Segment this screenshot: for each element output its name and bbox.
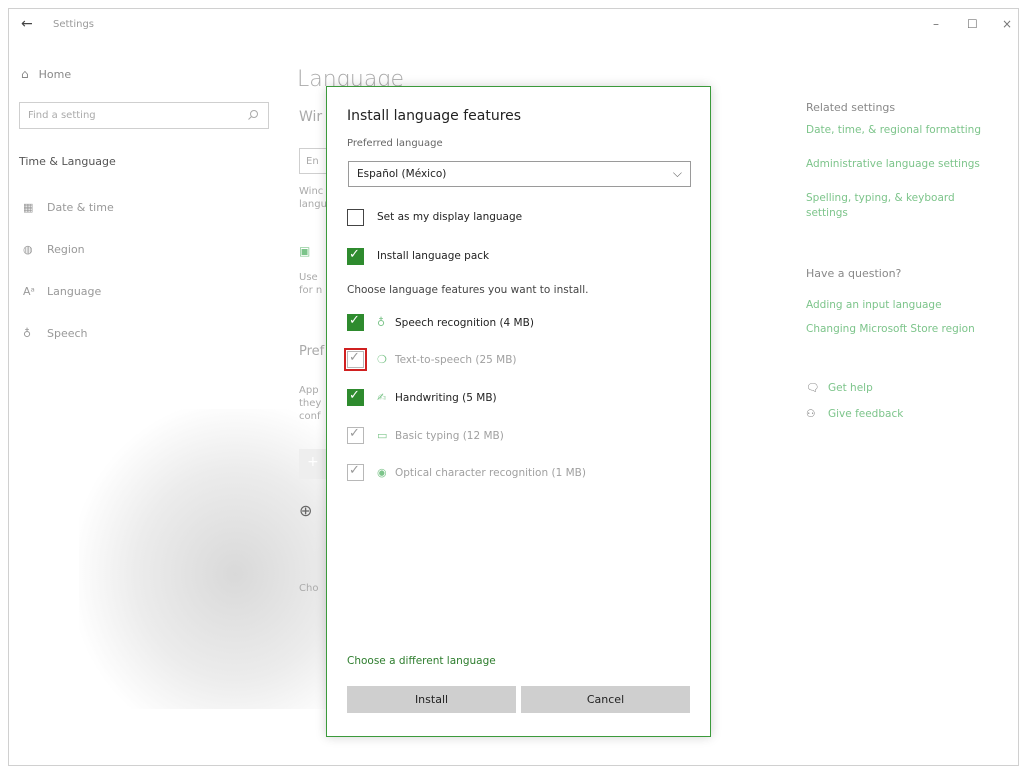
ocr-checkbox[interactable]: ✓ — [347, 463, 364, 481]
nav-home[interactable]: ⌂ Home — [21, 67, 71, 81]
microphone-icon: ♁ — [377, 316, 386, 329]
title-bar: ← Settings – ☐ × — [9, 9, 1018, 41]
background-text: Winc — [299, 186, 324, 197]
link-admin-language-settings[interactable]: Administrative language settings — [806, 157, 1016, 172]
speech-recognition-checkbox[interactable]: ✓ — [347, 313, 364, 331]
background-text: En — [306, 156, 319, 167]
cancel-button[interactable]: Cancel — [521, 686, 690, 713]
language-icon: ⊕ — [299, 501, 313, 520]
handwriting-label: Handwriting (5 MB) — [395, 392, 497, 404]
install-language-features-dialog: Install language features Preferred lang… — [326, 86, 711, 737]
preferred-language-select[interactable]: Español (México) ⌵ — [348, 161, 691, 187]
feature-label-wrap: ♁ Speech recognition (4 MB) — [377, 316, 534, 329]
language-icon: Aᵃ — [23, 285, 35, 298]
sidebar-item-label: Language — [47, 285, 102, 298]
speech-bubble-icon: ❍ — [377, 353, 387, 366]
window-title: Settings — [53, 19, 95, 30]
feature-label-wrap: ✍ Handwriting (5 MB) — [377, 391, 497, 404]
related-settings-title: Related settings — [806, 101, 896, 114]
sidebar-item-label: Date & time — [47, 201, 114, 214]
ocr-icon: ◉ — [377, 466, 387, 479]
sidebar-item-region[interactable]: ◍ Region — [23, 243, 85, 256]
close-button[interactable]: × — [1002, 17, 1012, 31]
sidebar-item-date-time[interactable]: ▦ Date & time — [23, 201, 114, 214]
search-input[interactable]: Find a setting — [19, 102, 269, 129]
nav-section-title: Time & Language — [19, 155, 116, 168]
basic-typing-checkbox[interactable]: ✓ — [347, 426, 364, 444]
preferred-language-value: Español (México) — [357, 168, 447, 180]
text-to-speech-checkbox[interactable]: ✓ — [344, 348, 367, 371]
link-spelling-typing-keyboard[interactable]: Spelling, typing, & keyboard settings — [806, 191, 981, 221]
give-feedback-label: Give feedback — [828, 408, 904, 420]
checkmark-icon: ✓ — [349, 313, 360, 328]
checkmark-icon: ✓ — [349, 388, 360, 403]
have-question-title: Have a question? — [806, 267, 902, 280]
set-display-language-label: Set as my display language — [377, 211, 523, 223]
background-text: Wir — [299, 109, 323, 125]
checkmark-icon: ✓ — [349, 247, 360, 262]
maximize-button[interactable]: ☐ — [967, 17, 978, 31]
speech-recognition-label: Speech recognition (4 MB) — [395, 317, 534, 329]
feature-label-wrap: ❍ Text-to-speech (25 MB) — [377, 353, 517, 366]
checkmark-icon: ✓ — [349, 463, 360, 478]
globe-icon: ◍ — [23, 243, 33, 256]
sidebar-item-label: Region — [47, 243, 85, 256]
search-icon — [248, 110, 258, 120]
nav-home-label: Home — [38, 68, 72, 81]
link-changing-store-region[interactable]: Changing Microsoft Store region — [806, 322, 1016, 337]
feedback-icon: ⚇ — [806, 408, 816, 420]
sidebar-item-language[interactable]: Aᵃ Language — [23, 285, 101, 298]
install-language-pack-checkbox[interactable]: ✓ — [347, 247, 364, 265]
background-icon: ▣ — [299, 244, 311, 258]
preferred-language-label: Preferred language — [347, 138, 443, 149]
background-text: they — [299, 398, 322, 409]
feature-label-wrap: ◉ Optical character recognition (1 MB) — [377, 466, 586, 479]
minimize-button[interactable]: – — [933, 17, 939, 31]
keyboard-icon: ▭ — [377, 429, 388, 442]
chevron-down-icon: ⌵ — [672, 166, 682, 180]
get-help-link[interactable]: 🗨 Get help — [806, 381, 1016, 396]
give-feedback-link[interactable]: ⚇ Give feedback — [806, 407, 1016, 422]
calendar-icon: ▦ — [23, 201, 34, 214]
install-language-pack-label: Install language pack — [377, 250, 490, 262]
sidebar-item-label: Speech — [47, 327, 88, 340]
get-help-label: Get help — [828, 382, 873, 394]
search-placeholder: Find a setting — [28, 110, 96, 121]
feature-label-wrap: ▭ Basic typing (12 MB) — [377, 429, 504, 442]
background-text: for n — [299, 285, 323, 296]
link-adding-input-language[interactable]: Adding an input language — [806, 298, 1016, 313]
basic-typing-label: Basic typing (12 MB) — [395, 430, 504, 442]
checkmark-icon: ✓ — [349, 426, 360, 441]
background-text: Cho — [299, 583, 319, 594]
background-text: langu — [299, 199, 327, 210]
pen-icon: ✍ — [377, 391, 387, 404]
sidebar-item-speech[interactable]: ♁ Speech — [23, 327, 88, 340]
install-button[interactable]: Install — [347, 686, 516, 713]
home-icon: ⌂ — [21, 67, 29, 81]
choose-features-label: Choose language features you want to ins… — [347, 284, 589, 296]
text-to-speech-label: Text-to-speech (25 MB) — [395, 354, 517, 366]
set-display-language-checkbox[interactable] — [347, 209, 364, 226]
link-date-time-formatting[interactable]: Date, time, & regional formatting — [806, 123, 1016, 138]
handwriting-checkbox[interactable]: ✓ — [347, 388, 364, 406]
plus-icon: + — [307, 454, 319, 470]
background-text: conf — [299, 411, 321, 422]
background-text: App — [299, 385, 319, 396]
help-icon: 🗨 — [806, 382, 820, 394]
back-arrow-icon[interactable]: ← — [21, 16, 33, 32]
checkmark-icon: ✓ — [349, 350, 360, 365]
background-text: Use — [299, 272, 318, 283]
choose-different-language-link[interactable]: Choose a different language — [347, 655, 496, 667]
ocr-label: Optical character recognition (1 MB) — [395, 467, 586, 479]
microphone-icon: ♁ — [23, 327, 32, 340]
dialog-title: Install language features — [347, 108, 522, 124]
background-text: Pref — [299, 344, 325, 359]
